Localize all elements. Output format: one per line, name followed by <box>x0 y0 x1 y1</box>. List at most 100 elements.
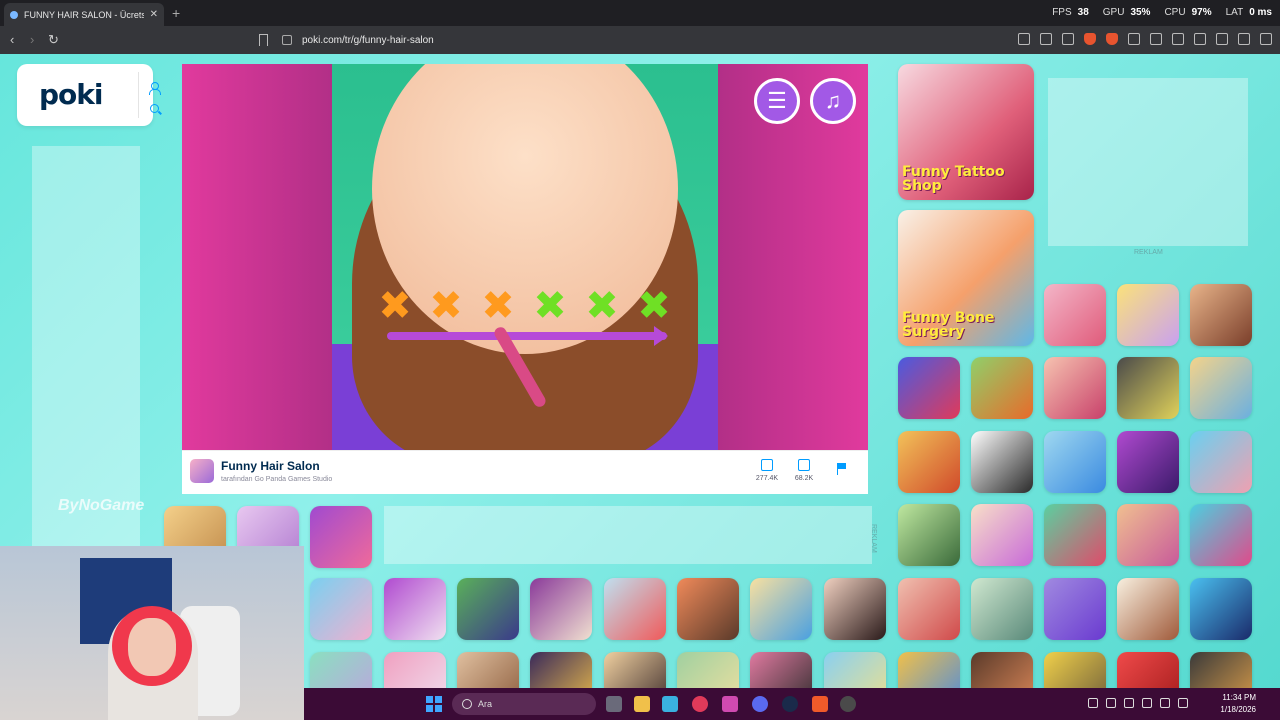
media-icon[interactable] <box>1150 33 1162 45</box>
game-tile[interactable] <box>824 578 886 640</box>
game-tile[interactable] <box>1044 357 1106 419</box>
tray-app-icon[interactable] <box>1106 698 1116 708</box>
game-tile[interactable] <box>1044 652 1106 688</box>
game-tile[interactable] <box>1117 504 1179 566</box>
game-tile[interactable] <box>898 578 960 640</box>
game-menu-button[interactable]: ☰ <box>754 78 800 124</box>
url-text: poki.com/tr/g/funny-hair-salon <box>302 34 434 46</box>
game-tile[interactable] <box>1117 431 1179 493</box>
game-tile[interactable] <box>750 652 812 688</box>
game-tile[interactable] <box>750 578 812 640</box>
game-tile[interactable] <box>898 504 960 566</box>
game-tile[interactable] <box>1117 284 1179 346</box>
game-tile-funny-tattoo-shop[interactable]: Funny Tattoo Shop <box>898 64 1034 200</box>
obs-icon[interactable] <box>840 696 856 712</box>
wallet-icon[interactable] <box>1194 33 1206 45</box>
game-tile[interactable] <box>457 578 519 640</box>
brave-shield-icon[interactable] <box>1084 33 1096 45</box>
game-tile[interactable] <box>1190 504 1252 566</box>
tabs-icon[interactable] <box>1128 33 1140 45</box>
game-tile[interactable] <box>677 578 739 640</box>
game-tile[interactable] <box>384 652 446 688</box>
app-icon[interactable] <box>722 696 738 712</box>
like-button[interactable]: 277.4K <box>749 459 785 482</box>
back-icon[interactable]: ‹ <box>10 32 14 47</box>
taskbar-clock[interactable]: 11:34 PM 1/18/2026 <box>1220 692 1256 716</box>
game-tile[interactable] <box>310 578 372 640</box>
microphone-icon[interactable] <box>1142 698 1152 708</box>
clock-date: 1/18/2026 <box>1220 705 1256 714</box>
game-tile[interactable] <box>1044 504 1106 566</box>
game-tile[interactable] <box>1190 652 1252 688</box>
vpn-icon[interactable] <box>1238 33 1250 45</box>
game-studio: tarafından Go Panda Games Studio <box>221 476 333 483</box>
steam-icon[interactable] <box>782 696 798 712</box>
search-icon[interactable] <box>150 104 159 113</box>
game-tile[interactable] <box>384 578 446 640</box>
game-tile[interactable] <box>1190 284 1252 346</box>
cast-icon[interactable] <box>1040 33 1052 45</box>
game-tile[interactable] <box>971 504 1033 566</box>
volume-icon[interactable] <box>1178 698 1188 708</box>
game-tile[interactable] <box>898 357 960 419</box>
wifi-icon[interactable] <box>1160 698 1170 708</box>
share-icon[interactable] <box>1062 33 1074 45</box>
game-tile[interactable] <box>677 652 739 688</box>
game-tile-funny-bone-surgery[interactable]: Funny Bone Surgery <box>898 210 1034 346</box>
game-tile[interactable] <box>604 652 666 688</box>
browser-tab[interactable]: FUNNY HAIR SALON - Ücretsi ✕ <box>4 3 164 26</box>
user-icon[interactable] <box>149 82 161 95</box>
tray-chevron-icon[interactable] <box>1088 698 1098 708</box>
bookmark-icon[interactable] <box>259 34 268 46</box>
site-info-icon[interactable] <box>282 35 292 45</box>
dislike-button[interactable]: 68.2K <box>786 459 822 482</box>
game-tile[interactable] <box>1044 284 1106 346</box>
report-flag-icon[interactable] <box>837 463 847 475</box>
game-tile[interactable] <box>457 652 519 688</box>
game-tile[interactable] <box>1190 431 1252 493</box>
translate-icon[interactable] <box>1018 33 1030 45</box>
game-tile[interactable] <box>1190 578 1252 640</box>
game-music-button[interactable]: ♫ <box>810 78 856 124</box>
game-tile[interactable] <box>898 431 960 493</box>
game-tile[interactable] <box>310 652 372 688</box>
game-canvas[interactable]: ✖ ✖ ✖ ✖ ✖ ✖ ☰ ♫ <box>182 64 868 450</box>
game-tile[interactable] <box>1044 431 1106 493</box>
game-tile[interactable] <box>971 431 1033 493</box>
game-tile[interactable] <box>824 652 886 688</box>
game-tile[interactable] <box>310 506 372 568</box>
task-view-icon[interactable] <box>606 696 622 712</box>
menu-icon[interactable] <box>1260 33 1272 45</box>
perf-lat: LAT 0 ms <box>1225 7 1272 18</box>
game-tile[interactable] <box>530 578 592 640</box>
game-tile[interactable] <box>1117 652 1179 688</box>
file-explorer-icon[interactable] <box>634 696 650 712</box>
game-tile[interactable] <box>971 357 1033 419</box>
brave-icon[interactable] <box>812 696 828 712</box>
game-tile[interactable] <box>898 652 960 688</box>
game-tile[interactable] <box>604 578 666 640</box>
windows-start-icon[interactable] <box>426 696 442 712</box>
game-tile[interactable] <box>971 652 1033 688</box>
game-tile[interactable] <box>530 652 592 688</box>
reload-icon[interactable]: ↻ <box>48 32 59 48</box>
game-tile[interactable] <box>971 578 1033 640</box>
new-tab-icon[interactable]: + <box>172 5 180 21</box>
app-icon[interactable] <box>662 696 678 712</box>
tab-close-icon[interactable]: ✕ <box>150 9 158 20</box>
leo-icon[interactable] <box>1216 33 1228 45</box>
dislike-count: 68.2K <box>794 475 814 482</box>
app-icon[interactable] <box>692 696 708 712</box>
sidebar-icon[interactable] <box>1172 33 1184 45</box>
rewards-icon[interactable] <box>1106 33 1118 45</box>
poki-logo[interactable]: poki <box>39 78 103 111</box>
forward-icon[interactable]: › <box>30 32 34 47</box>
tray-app-icon[interactable] <box>1124 698 1134 708</box>
discord-icon[interactable] <box>752 696 768 712</box>
game-tile[interactable] <box>1190 357 1252 419</box>
game-tile[interactable] <box>1044 578 1106 640</box>
game-tile[interactable] <box>1117 578 1179 640</box>
game-tile[interactable] <box>1117 357 1179 419</box>
url-field[interactable]: poki.com/tr/g/funny-hair-salon <box>282 30 1002 50</box>
taskbar-search[interactable]: Ara <box>452 693 596 715</box>
